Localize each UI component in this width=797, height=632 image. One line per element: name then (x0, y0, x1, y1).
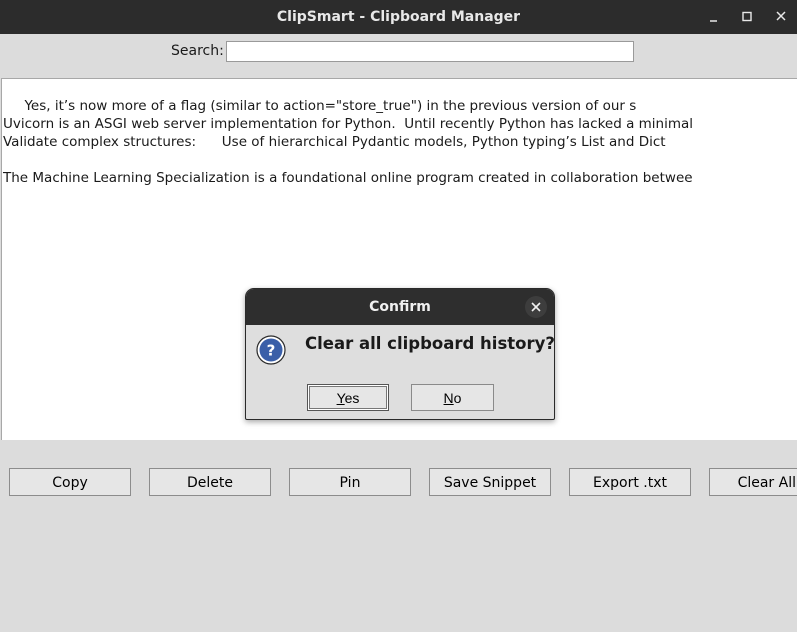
yes-mnemonic: Y (336, 390, 345, 406)
search-input[interactable] (226, 41, 634, 62)
copy-button[interactable]: Copy (9, 468, 131, 496)
pin-button[interactable]: Pin (289, 468, 411, 496)
close-icon (776, 11, 786, 21)
dialog-message: Clear all clipboard history? (305, 334, 555, 353)
svg-text:?: ? (267, 342, 276, 360)
minimize-icon (710, 20, 717, 22)
no-button[interactable]: No (411, 384, 494, 411)
question-icon: ? (256, 335, 286, 365)
no-label-rest: o (453, 390, 462, 406)
maximize-button[interactable] (732, 0, 762, 34)
no-mnemonic: N (443, 390, 454, 406)
dialog-title: Confirm (369, 299, 431, 315)
list-item[interactable]: Uvicorn is an ASGI web server implementa… (3, 115, 693, 133)
list-item[interactable]: The Machine Learning Specialization is a… (3, 169, 693, 187)
confirm-dialog: Confirm ? Clear all clipboard history? Y… (245, 288, 555, 420)
dialog-titlebar: Confirm (246, 289, 554, 325)
delete-button[interactable]: Delete (149, 468, 271, 496)
save-snippet-button[interactable]: Save Snippet (429, 468, 551, 496)
window-titlebar: ClipSmart - Clipboard Manager (0, 0, 797, 34)
yes-button[interactable]: Yes (307, 384, 389, 411)
minimize-button[interactable] (698, 0, 728, 34)
list-item[interactable]: Yes, it’s now more of a flag (similar to… (3, 97, 636, 115)
clear-all-button[interactable]: Clear All (709, 468, 797, 496)
search-bar: Search: (0, 34, 797, 78)
close-icon (531, 302, 541, 312)
dialog-close-button[interactable] (525, 296, 547, 318)
close-button[interactable] (766, 0, 796, 34)
window-title: ClipSmart - Clipboard Manager (276, 9, 521, 25)
list-item[interactable]: Validate complex structures: Use of hier… (3, 133, 666, 151)
export-txt-button[interactable]: Export .txt (569, 468, 691, 496)
yes-label-rest: es (344, 390, 360, 406)
search-label: Search: (171, 43, 224, 59)
maximize-icon (742, 11, 752, 22)
